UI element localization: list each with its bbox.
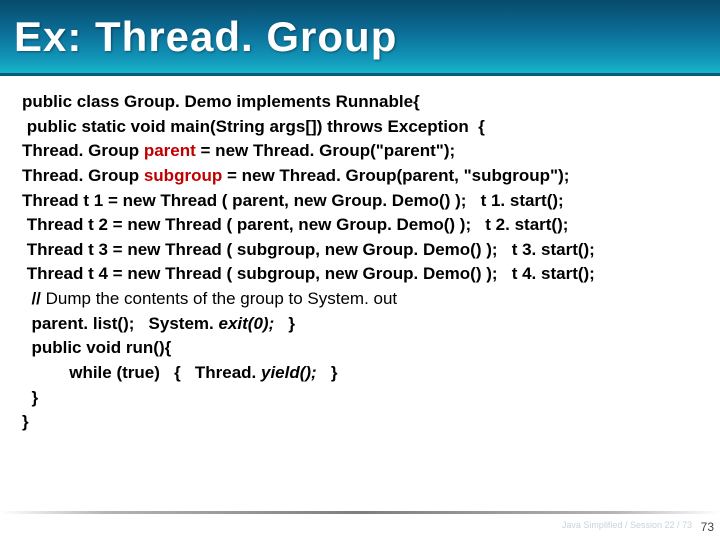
code-line: Thread. Group parent = new Thread. Group… — [22, 139, 700, 164]
page-number: 73 — [701, 520, 714, 534]
title-bar: Ex: Thread. Group — [0, 0, 720, 76]
code-line: } — [22, 386, 700, 411]
code-line: parent. list(); System. exit(0); } — [22, 312, 700, 337]
code-line: public static void main(String args[]) t… — [22, 115, 700, 140]
code-line: while (true) { Thread. yield(); } — [22, 361, 700, 386]
footer-divider — [0, 511, 720, 514]
code-block: public class Group. Demo implements Runn… — [0, 76, 720, 435]
code-line: Thread. Group subgroup = new Thread. Gro… — [22, 164, 700, 189]
code-line: public void run(){ — [22, 336, 700, 361]
code-line: // Dump the contents of the group to Sys… — [22, 287, 700, 312]
code-line: Thread t 3 = new Thread ( subgroup, new … — [22, 238, 700, 263]
slide-title: Ex: Thread. Group — [14, 13, 397, 61]
code-line: Thread t 2 = new Thread ( parent, new Gr… — [22, 213, 700, 238]
code-line: } — [22, 410, 700, 435]
footer-credit: Java Simplified / Session 22 / 73 — [562, 520, 692, 530]
code-line: public class Group. Demo implements Runn… — [22, 90, 700, 115]
code-line: Thread t 4 = new Thread ( subgroup, new … — [22, 262, 700, 287]
code-line: Thread t 1 = new Thread ( parent, new Gr… — [22, 189, 700, 214]
